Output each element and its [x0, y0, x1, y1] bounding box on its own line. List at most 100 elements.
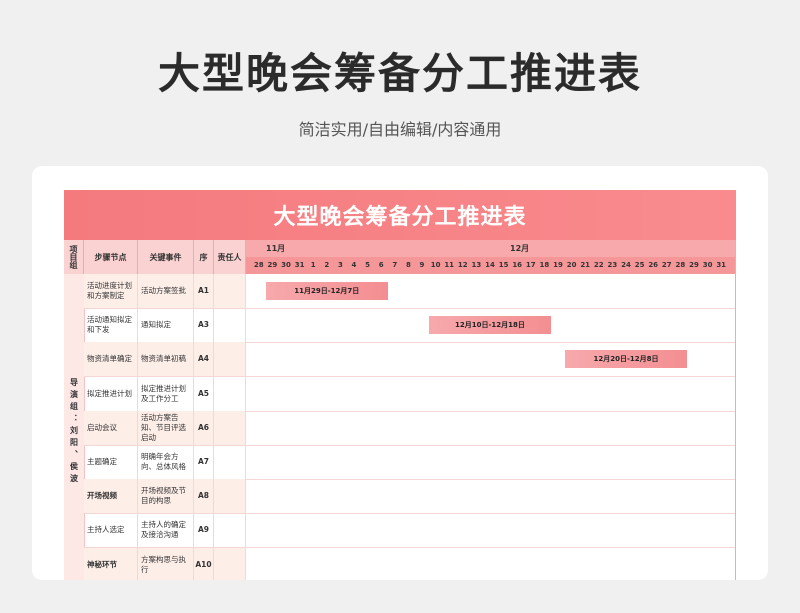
day-label: 29 — [689, 261, 699, 269]
day-label: 19 — [553, 261, 563, 269]
step-cell[interactable]: 主题确定 — [84, 445, 138, 479]
step-cell[interactable]: 活动通知拟定和下发 — [84, 308, 138, 343]
day-label: 2 — [324, 261, 330, 269]
step-cell[interactable]: 启动会议 — [84, 410, 138, 445]
table-row[interactable]: 主题确定 明确年会方向、总体风格 A7 — [84, 445, 736, 480]
day-label: 18 — [539, 261, 550, 269]
owner-cell[interactable] — [214, 376, 246, 411]
owner-cell[interactable] — [214, 513, 246, 548]
owner-cell[interactable] — [214, 547, 246, 580]
step-cell[interactable]: 活动进度计划和方案制定 — [84, 274, 138, 308]
day-label: 29 — [267, 261, 278, 269]
day-label: 14 — [485, 261, 495, 269]
sheet-banner-title: 大型晚会筹备分工推进表 — [64, 190, 736, 240]
seq-cell[interactable]: A7 — [194, 445, 214, 479]
owner-cell[interactable] — [214, 308, 246, 343]
day-header-row: 28 29 30 31 1 2 3 4 5 6 7 8 9 10 11 12 13 14 15 16 17 18 19 20 2… — [246, 257, 736, 274]
col-header-seq: 序 — [194, 240, 214, 274]
owner-cell[interactable] — [214, 342, 246, 377]
event-cell[interactable]: 通知拟定 — [138, 308, 194, 343]
table-row[interactable]: 活动进度计划和方案制定 活动方案签批 A1 — [84, 274, 736, 309]
day-label: 17 — [525, 261, 536, 269]
table-row[interactable]: 神秘环节 方案构思与执行 A10 — [84, 547, 736, 580]
day-label: 20 — [566, 261, 577, 269]
owner-cell[interactable] — [214, 445, 246, 479]
day-label: 16 — [512, 261, 523, 269]
day-label: 30 — [281, 261, 291, 269]
table-row[interactable]: 活动通知拟定和下发 通知拟定 A3 — [84, 308, 736, 344]
seq-cell[interactable]: A10 — [194, 547, 214, 580]
day-label: 31 — [716, 261, 727, 269]
month-header-row: 11月 12月 — [246, 240, 736, 257]
sheet-right-border — [735, 240, 736, 580]
owner-cell[interactable] — [214, 274, 246, 308]
day-label: 31 — [294, 261, 305, 269]
seq-cell[interactable]: A6 — [194, 410, 214, 445]
table-row[interactable]: 开场视频 开场视频及节目的构思 A8 — [84, 479, 736, 515]
day-label: 6 — [378, 261, 384, 269]
seq-cell[interactable]: A9 — [194, 513, 214, 548]
preview-card: 大型晚会筹备分工推进表 项目组 步骤节点 关键事件 序 责任人 11月 12月 … — [32, 166, 768, 580]
col-header-group-label: 项目组 — [69, 245, 78, 269]
day-label: 30 — [702, 261, 713, 269]
project-group-name: 导演组：刘阳、侯波 — [69, 378, 79, 486]
step-cell[interactable]: 拟定推进计划 — [84, 376, 138, 411]
table-row[interactable]: 主持人选定 主持人的确定及接洽沟通 A9 — [84, 513, 736, 549]
day-label: 4 — [351, 261, 357, 269]
page-title: 大型晚会筹备分工推进表 — [157, 49, 642, 98]
event-cell[interactable]: 明确年会方向、总体风格 — [138, 445, 194, 479]
step-cell[interactable]: 开场视频 — [84, 479, 138, 514]
step-cell[interactable]: 主持人选定 — [84, 513, 138, 548]
day-label: 22 — [593, 261, 604, 269]
day-label: 1 — [310, 261, 316, 269]
event-cell[interactable]: 主持人的确定及接洽沟通 — [138, 513, 194, 548]
day-label: 10 — [430, 261, 441, 269]
event-cell[interactable]: 活动方案告知、节目评选启动 — [138, 410, 194, 445]
step-cell[interactable]: 神秘环节 — [84, 547, 138, 580]
col-header-group: 项目组 — [64, 240, 84, 274]
day-label: 24 — [621, 261, 631, 269]
day-label: 21 — [580, 261, 591, 269]
day-label: 25 — [634, 261, 645, 269]
table-row[interactable]: 启动会议 活动方案告知、节目评选启动 A6 — [84, 410, 736, 446]
day-label: 27 — [661, 261, 672, 269]
month-label-dec: 12月 — [510, 244, 530, 253]
col-header-owner: 责任人 — [214, 240, 246, 274]
day-label: 26 — [648, 261, 659, 269]
seq-cell[interactable]: A1 — [194, 274, 214, 308]
owner-cell[interactable] — [214, 479, 246, 514]
gantt-bar[interactable]: 11月29日-12月7日 — [265, 282, 388, 300]
day-label: 3 — [337, 261, 343, 269]
seq-cell[interactable]: A8 — [194, 479, 214, 514]
day-label: 28 — [253, 261, 264, 269]
event-cell[interactable]: 开场视频及节目的构思 — [138, 479, 194, 514]
day-label: 12 — [457, 261, 468, 269]
gantt-bar[interactable]: 12月10日-12月18日 — [428, 316, 552, 335]
day-label: 5 — [365, 261, 371, 269]
day-label: 11 — [444, 261, 455, 269]
month-label-nov: 11月 — [266, 244, 286, 253]
table-row[interactable]: 拟定推进计划 拟定推进计划及工作分工 A5 — [84, 376, 736, 412]
gantt-bar[interactable]: 12月20日-12月8日 — [564, 350, 688, 369]
event-cell[interactable]: 拟定推进计划及工作分工 — [138, 376, 194, 411]
day-label: 15 — [498, 261, 509, 269]
col-header-event: 关键事件 — [138, 240, 194, 274]
day-label: 7 — [392, 261, 398, 269]
day-label: 23 — [607, 261, 618, 269]
seq-cell[interactable]: A5 — [194, 376, 214, 411]
seq-cell[interactable]: A3 — [194, 308, 214, 343]
day-label: 28 — [675, 261, 686, 269]
event-cell[interactable]: 活动方案签批 — [138, 274, 194, 308]
page-subtitle: 简洁实用/自由编辑/内容通用 — [298, 120, 502, 139]
project-group-cell: 导演组：刘阳、侯波 — [64, 274, 85, 580]
day-label: 8 — [405, 261, 411, 269]
spreadsheet: 大型晚会筹备分工推进表 项目组 步骤节点 关键事件 序 责任人 11月 12月 … — [64, 190, 736, 580]
event-cell[interactable]: 物资清单初稿 — [138, 342, 194, 377]
seq-cell[interactable]: A4 — [194, 342, 214, 377]
day-label: 13 — [471, 261, 482, 269]
day-label: 9 — [419, 261, 425, 269]
step-cell[interactable]: 物资清单确定 — [84, 342, 138, 377]
col-header-step: 步骤节点 — [84, 240, 138, 274]
event-cell[interactable]: 方案构思与执行 — [138, 547, 194, 580]
owner-cell[interactable] — [214, 410, 246, 445]
